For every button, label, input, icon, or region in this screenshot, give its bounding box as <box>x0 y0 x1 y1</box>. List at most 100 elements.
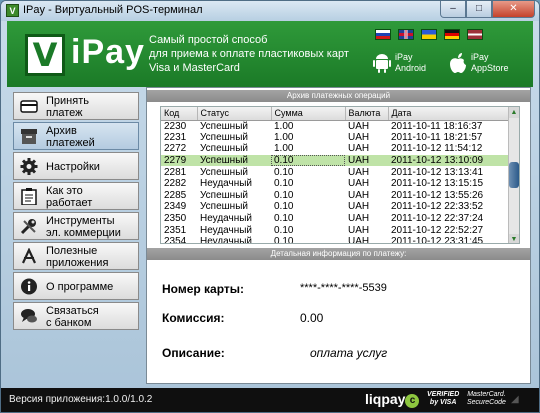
info-icon <box>20 278 38 295</box>
cell-date: 2011-10-12 22:33:52 <box>391 201 484 213</box>
cell-status: Успешный <box>200 120 248 132</box>
cell-amount: 0.10 <box>271 154 345 167</box>
table-row[interactable]: 2349 Успешный 0.10 UAH 2011-10-12 22:33:52 <box>161 201 519 213</box>
cell-date: 2011-10-12 13:13:41 <box>391 166 484 178</box>
appstore-icon <box>20 247 38 265</box>
scroll-thumb[interactable] <box>509 162 519 188</box>
slogan-line: для приема к оплате пластиковых карт <box>149 48 349 60</box>
table-scrollbar[interactable]: ▲ ▼ <box>508 107 519 243</box>
column-header-currency[interactable]: Валюта <box>345 107 389 121</box>
cell-currency: UAH <box>348 213 370 225</box>
cell-date: 2011-10-11 18:21:57 <box>391 131 483 143</box>
close-button[interactable]: ✕ <box>492 1 535 18</box>
cell-amount: 1.00 <box>274 131 294 143</box>
cell-status: Неудачный <box>200 224 253 236</box>
cell-code: 2230 <box>164 120 187 132</box>
cell-date: 2011-10-12 22:37:24 <box>391 213 484 225</box>
card-icon <box>20 98 38 115</box>
mastercard-securecode-logo: MasterCard. SecureCode <box>467 391 506 407</box>
scroll-up-icon[interactable]: ▲ <box>509 107 519 118</box>
column-header-status[interactable]: Статус <box>197 107 272 121</box>
liqpay-text: liqpay <box>365 391 406 407</box>
cell-date: 2011-10-11 18:16:37 <box>391 120 483 132</box>
app-version: Версия приложения:1.0.0/1.0.2 <box>9 394 153 405</box>
sidebar-item-label: Архив платежей <box>46 125 95 149</box>
sidebar-item-contact-bank[interactable]: Связаться с банком <box>13 302 139 330</box>
cell-status: Успешный <box>200 166 248 178</box>
cell-date: 2011-10-12 23:31:45 <box>391 236 484 244</box>
cell-code: 2282 <box>164 178 187 190</box>
ipay-logo-text: iPay <box>71 33 145 71</box>
cell-status: Неудачный <box>200 236 253 244</box>
cell-status: Успешный <box>200 143 248 155</box>
cell-currency: UAH <box>348 201 370 213</box>
cell-code: 2351 <box>164 224 187 236</box>
column-header-code[interactable]: Код <box>161 107 198 121</box>
table-row[interactable]: 2350 Неудачный 0.10 UAH 2011-10-12 22:37:24 <box>161 213 519 225</box>
cell-date: 2011-10-12 13:55:26 <box>391 189 484 201</box>
column-header-amount[interactable]: Сумма <box>271 107 346 121</box>
app-window: V IPay - Виртуальный POS-терминал – □ ✕ … <box>0 0 540 413</box>
sidebar-item-label: Как это работает <box>46 185 93 209</box>
maximize-button[interactable]: □ <box>466 1 492 18</box>
cell-amount: 0.10 <box>274 166 294 178</box>
scroll-down-icon[interactable]: ▼ <box>509 234 519 243</box>
table-row[interactable]: 2285 Успешный 0.10 UAH 2011-10-12 13:55:26 <box>161 189 519 202</box>
apple-icon <box>449 53 467 73</box>
chat-icon <box>20 308 38 325</box>
cell-code: 2349 <box>164 201 187 213</box>
cell-code: 2350 <box>164 213 187 225</box>
card-number-value: ****-****-****-5539 <box>300 282 387 294</box>
table-row[interactable]: 2351 Неудачный 0.10 UAH 2011-10-12 22:52:27 <box>161 224 519 236</box>
table-row[interactable]: 2282 Неудачный 0.10 UAH 2011-10-12 13:15:15 <box>161 178 519 190</box>
table-row[interactable]: 2231 Успешный 1.00 UAH 2011-10-11 18:21:57 <box>161 131 519 144</box>
sidebar-item-useful-apps[interactable]: Полезные приложения <box>13 242 139 270</box>
resize-grip-icon[interactable]: ◢ <box>511 394 523 406</box>
table-row[interactable]: 2279 Успешный 0.10 UAH 2011-10-12 13:10:09 <box>161 154 519 167</box>
cell-currency: UAH <box>348 178 370 190</box>
cell-amount: 1.00 <box>274 120 294 132</box>
flag-uk-icon[interactable] <box>398 29 414 40</box>
payment-details: Номер карты: ****-****-****-5539 Комисси… <box>147 262 530 382</box>
cell-date: 2011-10-12 13:15:15 <box>391 178 484 190</box>
sidebar: Принять платеж Архив платежей Настройки … <box>13 92 139 332</box>
flag-lv-icon[interactable] <box>467 29 483 40</box>
cell-currency: UAH <box>348 166 370 178</box>
flag-ua-icon[interactable] <box>421 29 437 40</box>
sidebar-item-archive[interactable]: Архив платежей <box>13 122 139 150</box>
sidebar-item-settings[interactable]: Настройки <box>13 152 139 180</box>
sidebar-item-how-it-works[interactable]: Как это работает <box>13 182 139 210</box>
table-row[interactable]: 2272 Успешный 1.00 UAH 2011-10-12 11:54:12 <box>161 143 519 155</box>
cell-code: 2231 <box>164 131 187 143</box>
clipboard-icon <box>20 188 38 206</box>
window-title: IPay - Виртуальный POS-терминал <box>23 4 203 16</box>
flag-de-icon[interactable] <box>444 29 460 40</box>
android-label: iPay <box>395 52 413 62</box>
cell-status: Успешный <box>200 131 248 143</box>
table-row[interactable]: 2281 Успешный 0.10 UAH 2011-10-12 13:13:41 <box>161 166 519 178</box>
cell-code: 2354 <box>164 236 187 244</box>
cell-date: 2011-10-12 22:52:27 <box>391 224 484 236</box>
table-row[interactable]: 2354 Неудачный 0.10 UAH 2011-10-12 23:31:45 <box>161 236 519 244</box>
minimize-button[interactable]: – <box>440 1 466 18</box>
liqpay-logo: liqpay c <box>365 391 420 408</box>
sidebar-item-about[interactable]: О программе <box>13 272 139 300</box>
android-label: Android <box>395 63 427 73</box>
cell-date: 2011-10-12 11:54:12 <box>391 143 483 155</box>
sidebar-item-ecommerce-tools[interactable]: Инструменты эл. коммерции <box>13 212 139 240</box>
sidebar-item-accept-payment[interactable]: Принять платеж <box>13 92 139 120</box>
cell-currency: UAH <box>348 131 370 143</box>
cell-amount: 0.10 <box>274 178 294 190</box>
cell-currency: UAH <box>348 189 370 201</box>
cell-code: 2272 <box>164 143 187 155</box>
flag-ru-icon[interactable] <box>375 29 391 40</box>
mc-line: MasterCard. <box>467 391 506 398</box>
column-header-date[interactable]: Дата <box>388 107 519 121</box>
fee-label: Комиссия: <box>162 311 225 325</box>
table-row[interactable]: 2230 Успешный 1.00 UAH 2011-10-11 18:16:37 <box>161 120 519 132</box>
cell-amount: 0.10 <box>274 236 294 244</box>
cell-status: Неудачный <box>200 178 253 190</box>
fee-value: 0.00 <box>300 311 324 325</box>
cell-amount: 0.10 <box>274 224 294 236</box>
title-bar[interactable]: V IPay - Виртуальный POS-терминал – □ ✕ <box>1 1 539 21</box>
